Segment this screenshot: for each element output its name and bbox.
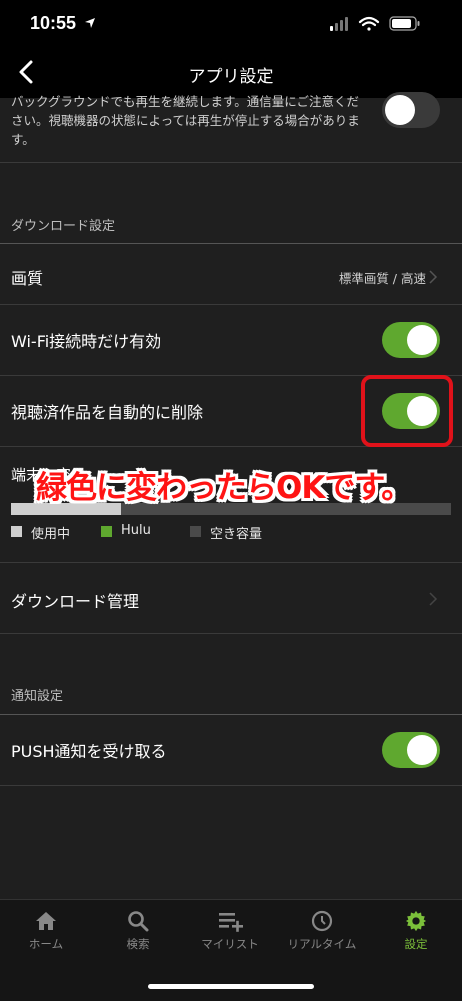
tab-realtime-label: リアルタイム — [287, 937, 357, 951]
tab-mylist-label: マイリスト — [201, 937, 259, 951]
nav-bar: アプリ設定 — [0, 48, 462, 98]
location-icon — [85, 18, 95, 28]
wifi-only-toggle[interactable] — [382, 322, 440, 358]
download-section-header: ダウンロード設定 — [0, 163, 462, 244]
quality-value: 標準画質 / 高速 — [338, 271, 426, 286]
download-manage-row[interactable]: ダウンロード管理 — [0, 563, 462, 634]
free-legend-swatch — [190, 526, 201, 537]
push-row: PUSH通知を受け取る — [0, 715, 462, 786]
auto-delete-label: 視聴済作品を自動的に削除 — [11, 403, 204, 422]
notification-section-title: 通知設定 — [11, 689, 64, 704]
tab-home-label: ホーム — [28, 937, 64, 951]
notification-section-header: 通知設定 — [0, 634, 462, 715]
wifi-only-label: Wi-Fi接続時だけ有効 — [11, 332, 162, 351]
used-legend-label: 使用中 — [31, 527, 71, 542]
background-play-toggle[interactable] — [382, 92, 440, 128]
used-legend-swatch — [11, 526, 22, 537]
page-title: アプリ設定 — [188, 67, 274, 87]
free-legend-label: 空き容量 — [210, 527, 263, 542]
background-play-row: バックグラウンドでも再生を継続します。通信量にご注意ください。視聴機器の状態によ… — [0, 92, 462, 163]
tab-realtime[interactable]: リアルタイム — [276, 900, 368, 960]
tab-settings[interactable]: 設定 — [370, 900, 462, 960]
battery-icon — [389, 16, 420, 31]
tab-search-label: 検索 — [126, 937, 150, 951]
status-bar: 10:55 — [0, 0, 462, 48]
home-indicator — [148, 984, 314, 989]
annotation-text: 緑色に変わったらOKです。 — [36, 470, 412, 506]
quality-row[interactable]: 画質 標準画質 / 高速 — [0, 244, 462, 305]
push-label: PUSH通知を受け取る — [11, 742, 167, 761]
mylist-icon — [219, 913, 243, 932]
tab-settings-label: 設定 — [404, 937, 428, 951]
quality-label: 画質 — [11, 269, 44, 288]
chevron-right-icon — [429, 592, 438, 606]
tab-mylist[interactable]: マイリスト — [184, 900, 276, 960]
hulu-legend-swatch — [101, 526, 112, 537]
wifi-icon — [358, 16, 380, 31]
home-icon — [36, 912, 56, 930]
background-play-description: バックグラウンドでも再生を継続します。通信量にご注意ください。視聴機器の状態によ… — [11, 94, 360, 147]
status-time: 10:55 — [30, 13, 77, 33]
tab-home[interactable]: ホーム — [0, 900, 92, 960]
search-icon — [128, 911, 149, 932]
status-icons — [330, 16, 420, 31]
signal-icon — [330, 17, 348, 31]
chevron-right-icon — [429, 270, 438, 284]
clock-icon — [311, 910, 333, 932]
download-manage-label: ダウンロード管理 — [11, 592, 140, 611]
tab-search[interactable]: 検索 — [92, 900, 184, 960]
wifi-only-row: Wi-Fi接続時だけ有効 — [0, 305, 462, 376]
gear-icon — [405, 910, 427, 932]
push-toggle[interactable] — [382, 732, 440, 768]
hulu-legend-label: Hulu — [121, 523, 151, 538]
download-section-title: ダウンロード設定 — [11, 219, 116, 234]
highlight-box — [361, 375, 453, 447]
